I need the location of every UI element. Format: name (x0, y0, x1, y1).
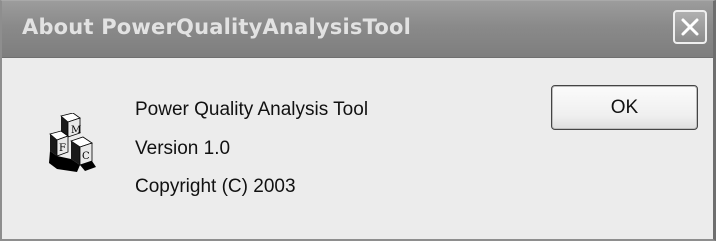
mfc-logo-icon: M F C (47, 113, 99, 173)
svg-text:M: M (71, 125, 81, 136)
close-button[interactable] (673, 10, 707, 44)
product-name: Power Quality Analysis Tool (135, 99, 369, 120)
about-dialog: About PowerQualityAnalysisTool M F C Pow… (0, 0, 716, 241)
svg-text:F: F (59, 143, 66, 154)
svg-text:C: C (82, 151, 90, 162)
dialog-body: M F C Power Quality Analysis Tool Versio… (2, 58, 713, 239)
ok-button[interactable]: OK (551, 85, 698, 130)
close-icon (681, 18, 699, 36)
version-text: Version 1.0 (135, 138, 231, 159)
copyright-text: Copyright (C) 2003 (135, 176, 296, 197)
title-bar[interactable]: About PowerQualityAnalysisTool (2, 1, 713, 58)
window-title: About PowerQualityAnalysisTool (22, 15, 411, 39)
